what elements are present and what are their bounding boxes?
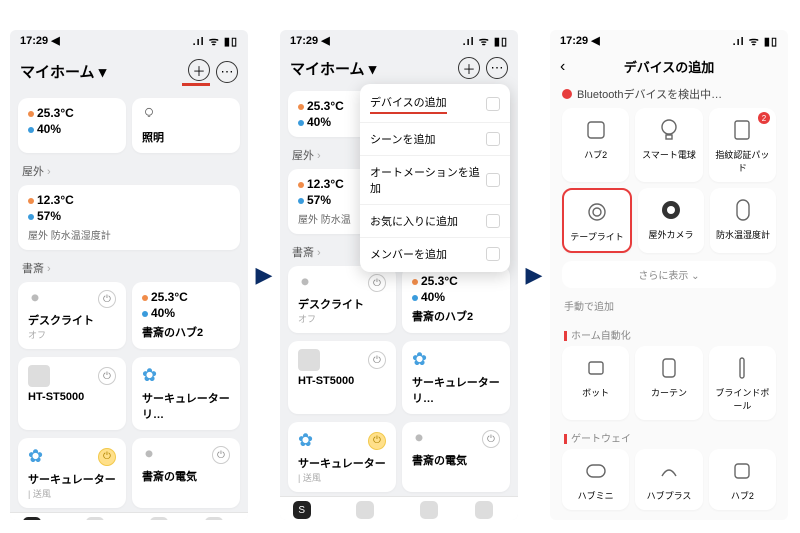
- bluetooth-scan-row: Bluetoothデバイスを検出中…: [550, 82, 788, 108]
- power-toggle[interactable]: ⏻: [98, 367, 116, 385]
- power-toggle[interactable]: ⏻: [98, 448, 116, 466]
- circulator-remote-card[interactable]: ✿ サーキュレーターリ…: [132, 357, 240, 430]
- flow-arrow-icon: ▶: [254, 30, 274, 520]
- screen-home: 17:29 ◀ .ıl ᯤ ▮▯ マイホーム ▾ ＋ ⋯ 25.3°C 40% …: [10, 30, 248, 520]
- device-grid-row2: テープライト 屋外カメラ 防水温湿度計: [550, 188, 788, 253]
- device-icon: [486, 97, 500, 111]
- person-icon: [486, 247, 500, 261]
- menu-add-member[interactable]: メンバーを追加: [360, 238, 510, 270]
- bulb-icon: [28, 292, 42, 306]
- tab-automation[interactable]: オートメーション: [63, 517, 127, 520]
- device-blind-pole[interactable]: ブラインドポール: [709, 346, 776, 420]
- status-icons: .ıl ᯤ ▮▯: [193, 34, 238, 49]
- lighting-label: 照明: [142, 129, 230, 145]
- back-button[interactable]: ‹: [560, 58, 565, 76]
- add-button[interactable]: ＋: [458, 57, 480, 79]
- tab-store[interactable]: ストア: [147, 517, 171, 520]
- study-hub-card[interactable]: 25.3°C 40% 書斎のハブ2: [132, 282, 240, 349]
- device-hub-plus[interactable]: ハブプラス: [635, 449, 702, 510]
- add-menu-popup: デバイスの追加 シーンを追加 オートメーションを追加 お気に入りに追加 メンバー…: [360, 84, 510, 272]
- badge: 2: [758, 112, 770, 124]
- desk-light-card[interactable]: ⏻ デスクライト オフ: [18, 282, 126, 349]
- device-keypad[interactable]: 2指紋認証パッド: [709, 108, 776, 182]
- show-more-button[interactable]: さらに表示 ⌄: [562, 261, 776, 288]
- device-smart-bulb[interactable]: スマート電球: [635, 108, 702, 182]
- section-manual: 手動で追加: [550, 288, 788, 317]
- circulator-card[interactable]: ✿⏻ サーキュレーター | 送風: [18, 438, 126, 508]
- speaker-icon: [28, 365, 50, 387]
- section-gateway: ゲートウェイ: [550, 420, 788, 449]
- fan-icon: ✿: [142, 365, 157, 386]
- automation-icon: [486, 173, 500, 187]
- indoor-env-card[interactable]: 25.3°C 40%: [18, 98, 126, 153]
- add-button[interactable]: ＋: [188, 59, 210, 81]
- record-dot-icon: [562, 89, 572, 99]
- menu-add-automation[interactable]: オートメーションを追加: [360, 156, 510, 205]
- device-hub-mini[interactable]: ハブミニ: [562, 449, 629, 510]
- lighting-card[interactable]: 照明: [132, 98, 240, 153]
- tab-bar: Sホーム オートメーション ストア プロフィール: [10, 512, 248, 520]
- section-outdoor[interactable]: 屋外: [10, 157, 248, 181]
- home-title[interactable]: マイホーム ▾: [290, 58, 376, 79]
- page-title: デバイスの追加: [550, 51, 788, 82]
- device-strip-light[interactable]: テープライト: [562, 188, 632, 253]
- tab-home[interactable]: Sホーム: [20, 517, 44, 520]
- outdoor-device-label: 屋外 防水温湿度計: [28, 227, 230, 242]
- more-button[interactable]: ⋯: [486, 57, 508, 79]
- tab-profile[interactable]: プロフィール: [190, 517, 238, 520]
- menu-add-scene[interactable]: シーンを追加: [360, 123, 510, 156]
- tab-home[interactable]: Sホーム: [290, 501, 314, 520]
- study-light-card[interactable]: ⏻ 書斎の電気: [132, 438, 240, 508]
- heart-icon: [486, 214, 500, 228]
- bulb-icon: [142, 106, 156, 120]
- device-bot[interactable]: ボット: [562, 346, 629, 420]
- tab-profile[interactable]: プロフィール: [460, 501, 508, 520]
- tab-automation[interactable]: オートメーション: [333, 501, 397, 520]
- tab-store[interactable]: ストア: [417, 501, 441, 520]
- menu-add-device[interactable]: デバイスの追加: [360, 86, 510, 123]
- menu-add-favorite[interactable]: お気に入りに追加: [360, 205, 510, 238]
- section-study[interactable]: 書斎: [10, 254, 248, 278]
- flow-arrow-icon: ▶: [524, 30, 544, 520]
- device-hub2[interactable]: ハブ2: [562, 108, 629, 182]
- section-appliance: 生活家電: [550, 510, 788, 520]
- power-toggle[interactable]: ⏻: [212, 446, 230, 464]
- ht-card[interactable]: ⏻ HT-ST5000: [18, 357, 126, 430]
- screen-home-menu: 17:29 ◀.ıl ᯤ ▮▯ マイホーム ▾ ＋ ⋯ 25.3°C 40% 屋…: [280, 30, 518, 520]
- bulb-icon: [142, 448, 156, 462]
- fan-icon: ✿: [28, 446, 43, 467]
- device-grid-row1: ハブ2 スマート電球 2指紋認証パッド: [550, 108, 788, 182]
- home-title[interactable]: マイホーム ▾: [20, 61, 106, 82]
- power-toggle[interactable]: ⏻: [98, 290, 116, 308]
- screen-add-device: 17:29 ◀.ıl ᯤ ▮▯ ‹ デバイスの追加 Bluetoothデバイスを…: [550, 30, 788, 520]
- section-home-automation: ホーム自動化: [550, 317, 788, 346]
- more-button[interactable]: ⋯: [216, 61, 238, 83]
- device-waterproof-meter[interactable]: 防水温湿度計: [710, 188, 776, 253]
- device-outdoor-camera[interactable]: 屋外カメラ: [638, 188, 704, 253]
- outdoor-env-card[interactable]: 12.3°C 57% 屋外 防水温湿度計: [18, 185, 240, 250]
- scene-icon: [486, 132, 500, 146]
- device-curtain[interactable]: カーテン: [635, 346, 702, 420]
- device-hub2b[interactable]: ハブ2: [709, 449, 776, 510]
- status-bar: 17:29 ◀ .ıl ᯤ ▮▯: [10, 30, 248, 51]
